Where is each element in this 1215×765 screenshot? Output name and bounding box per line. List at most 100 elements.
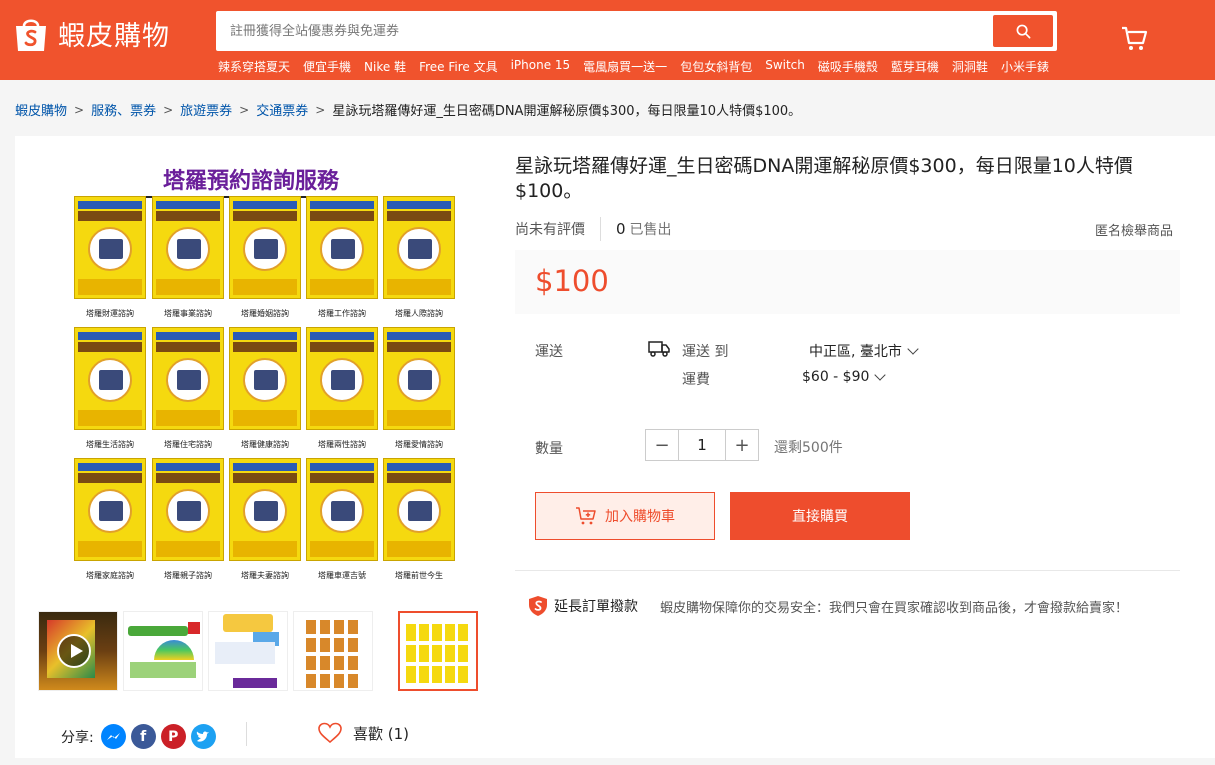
tile-decoration — [397, 227, 441, 271]
hot-word-link[interactable]: Switch — [765, 58, 805, 75]
quantity-increase-button[interactable]: + — [726, 430, 758, 460]
add-to-cart-button[interactable]: 加入購物車 — [535, 492, 715, 540]
hot-word-link[interactable]: Nike 鞋 — [364, 58, 406, 75]
hot-word-link[interactable]: 辣系穿搭夏天 — [218, 58, 290, 75]
tile-decoration — [310, 201, 374, 209]
breadcrumb-link[interactable]: 服務、票券 — [91, 100, 156, 119]
product-main-image[interactable]: 塔羅預約諮詢服務 塔羅財運諮詢 塔羅事業諮詢 塔羅婚姻諮詢 塔羅工作諮詢 塔羅人際諮詢塔… — [52, 156, 492, 596]
thumbnail-image[interactable] — [123, 611, 203, 691]
tile-decoration — [156, 473, 220, 483]
tile-decoration — [243, 358, 287, 402]
tile-decoration — [310, 473, 374, 483]
shipping-fee: $60 - $90 — [802, 369, 870, 385]
product-stats: 尚未有評價 0 已售出 匿名檢舉商品 — [515, 216, 1175, 242]
hot-word-link[interactable]: 藍芽耳機 — [891, 58, 939, 75]
hot-word-link[interactable]: 包包女斜背包 — [680, 58, 752, 75]
tile-decoration — [310, 463, 374, 471]
hot-word-link[interactable]: iPhone 15 — [511, 58, 571, 75]
tile-decoration — [78, 410, 142, 426]
tarot-tile — [383, 327, 455, 430]
hot-word-link[interactable]: 便宜手機 — [303, 58, 351, 75]
tarot-tile — [229, 196, 301, 299]
tile-decoration — [387, 211, 451, 221]
tile-label: 塔羅車運吉號 — [318, 571, 366, 580]
brand-name: 蝦皮購物 — [58, 21, 170, 52]
report-product-link[interactable]: 匿名檢舉商品 — [1095, 220, 1173, 239]
price-box: $100 — [515, 250, 1180, 314]
hot-word-link[interactable]: 洞洞鞋 — [952, 58, 988, 75]
hot-word-link[interactable]: Free Fire 文具 — [419, 58, 498, 75]
favorite-button[interactable]: 喜歡 (1) — [317, 722, 409, 744]
thumbnail-video[interactable] — [38, 611, 118, 691]
favorite-label: 喜歡 (1) — [353, 724, 410, 743]
shipping-fee-label: 運費 — [682, 372, 710, 388]
shipping-location: 中正區, 臺北市 — [809, 344, 902, 360]
play-icon — [57, 634, 91, 668]
tarot-tile — [306, 458, 378, 561]
tile-decoration — [233, 463, 297, 471]
tarot-tile — [229, 327, 301, 430]
tile-decoration — [243, 227, 287, 271]
sold-count: 0 — [616, 220, 626, 238]
shopee-logo[interactable]: 蝦皮購物 — [14, 14, 170, 53]
thumbnail-image[interactable] — [293, 611, 373, 691]
tile-decoration — [233, 410, 297, 426]
tile-label: 塔羅財運諮詢 — [86, 309, 134, 318]
breadcrumb-link[interactable]: 旅遊票券 — [180, 100, 232, 119]
hot-word-link[interactable]: 電風扇買一送一 — [583, 58, 667, 75]
hot-word-link[interactable]: 小米手錶 — [1001, 58, 1049, 75]
pinterest-icon[interactable]: P — [160, 724, 186, 749]
thumbnail-image-selected[interactable] — [398, 611, 478, 691]
thumbnail-image[interactable] — [208, 611, 288, 691]
section-divider — [515, 570, 1180, 571]
tile-decoration — [233, 473, 297, 483]
tarot-tile — [383, 196, 455, 299]
thumbnail-art — [233, 678, 277, 688]
search-button[interactable] — [993, 15, 1053, 47]
quantity-decrease-button[interactable]: − — [646, 430, 678, 460]
tile-decoration — [320, 358, 364, 402]
tile-label: 塔羅親子諮詢 — [164, 571, 212, 580]
tile-decoration — [233, 342, 297, 352]
tarot-tile — [152, 458, 224, 561]
tile-decoration — [156, 201, 220, 209]
hot-word-link[interactable]: 磁吸手機殼 — [818, 58, 878, 75]
cart-icon[interactable] — [1120, 24, 1148, 52]
tile-decoration — [397, 358, 441, 402]
tarot-tile — [306, 327, 378, 430]
tile-label: 塔羅事業諮詢 — [164, 309, 212, 318]
shopee-guarantee: 延長訂單撥款 蝦皮購物保障你的交易安全：我們只會在買家確認收到商品後，才會撥款給… — [528, 595, 1128, 617]
tile-decoration — [243, 489, 287, 533]
tile-decoration — [156, 332, 220, 340]
breadcrumb-link[interactable]: 蝦皮購物 — [15, 100, 67, 119]
chevron-down-icon — [874, 369, 887, 381]
tile-label: 塔羅生活諮詢 — [86, 440, 134, 449]
rating-status[interactable]: 尚未有評價 — [515, 219, 585, 239]
tile-decoration — [156, 342, 220, 352]
quantity-input[interactable]: 1 — [678, 430, 726, 460]
stats-divider — [600, 217, 601, 241]
messenger-icon[interactable] — [100, 724, 126, 749]
tile-decoration — [233, 201, 297, 209]
twitter-icon[interactable] — [190, 724, 216, 749]
tile-decoration — [78, 473, 142, 483]
tarot-tile — [74, 196, 146, 299]
tile-decoration — [233, 332, 297, 340]
product-title: 星詠玩塔羅傳好運_生日密碼DNA開運解秘原價$300，每日限量10人特價$100… — [515, 155, 1133, 202]
search-input[interactable] — [216, 11, 986, 51]
shipping-fee-select[interactable]: $60 - $90 — [802, 369, 887, 385]
breadcrumb-link[interactable]: 交通票券 — [256, 100, 308, 119]
guarantee-description: 蝦皮購物保障你的交易安全：我們只會在買家確認收到商品後，才會撥款給賣家！ — [660, 600, 1129, 616]
shipping-location-select[interactable]: 中正區, 臺北市 — [809, 341, 919, 361]
tile-decoration — [88, 489, 132, 533]
tile-label: 塔羅夫妻諮詢 — [241, 571, 289, 580]
tile-decoration — [387, 541, 451, 557]
tile-decoration — [310, 541, 374, 557]
tile-decoration — [387, 463, 451, 471]
tile-decoration — [166, 489, 210, 533]
buy-now-button[interactable]: 直接購買 — [730, 492, 910, 540]
tile-decoration — [387, 201, 451, 209]
quantity-label: 數量 — [535, 441, 563, 457]
tile-decoration — [310, 332, 374, 340]
facebook-icon[interactable]: f — [130, 724, 156, 749]
